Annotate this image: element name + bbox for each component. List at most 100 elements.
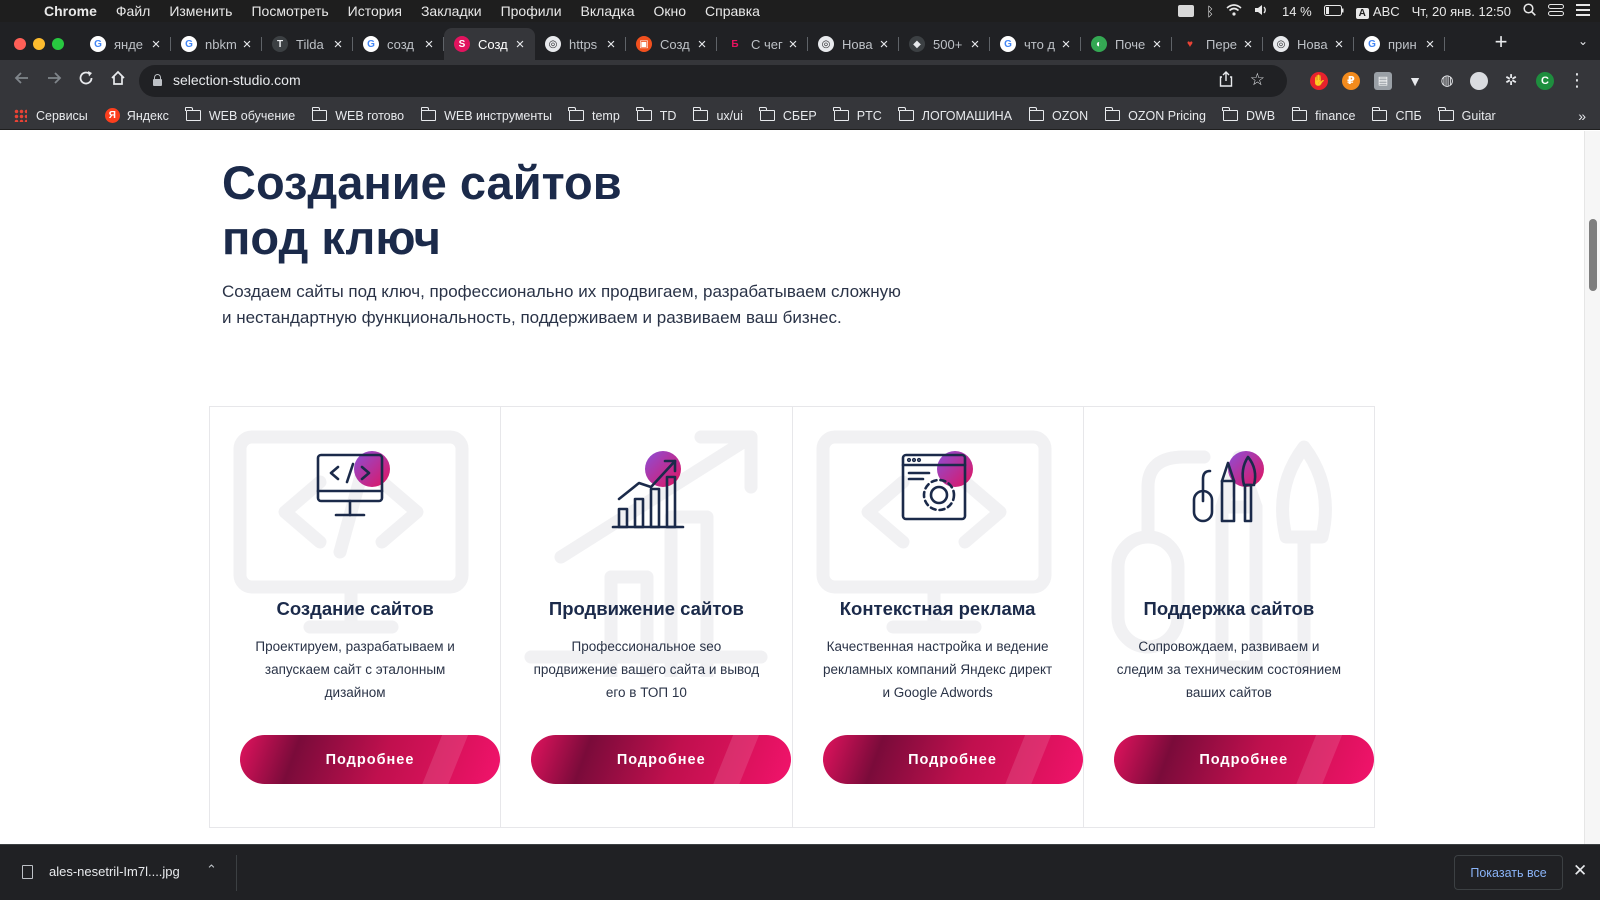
tab-close-icon[interactable]: × xyxy=(1150,36,1164,53)
notification-center-icon[interactable] xyxy=(1576,3,1590,19)
input-source[interactable]: A ABC xyxy=(1355,4,1400,19)
menu-history[interactable]: История xyxy=(348,3,402,19)
bookmark-item[interactable]: WEB обучение xyxy=(185,107,295,123)
window-zoom-button[interactable] xyxy=(52,38,64,50)
bookmark-star-icon[interactable]: ☆ xyxy=(1250,70,1265,90)
scrollbar-thumb[interactable] xyxy=(1589,219,1597,291)
avatar-extension-icon[interactable] xyxy=(1470,72,1488,90)
window-minimize-button[interactable] xyxy=(33,38,45,50)
tab-close-icon[interactable]: × xyxy=(695,36,709,53)
vue-devtools-icon[interactable]: ▼ xyxy=(1406,72,1424,90)
browser-tab[interactable]: Gянде × xyxy=(80,28,171,60)
home-button[interactable] xyxy=(106,69,130,93)
tab-close-icon[interactable]: × xyxy=(331,36,345,53)
bookmark-item[interactable]: DWB xyxy=(1222,107,1275,123)
tab-close-icon[interactable]: × xyxy=(1241,36,1255,53)
price-extension-icon[interactable]: ₽ xyxy=(1342,72,1360,90)
bookmark-item[interactable]: temp xyxy=(568,107,620,123)
tab-close-icon[interactable]: × xyxy=(877,36,891,53)
browser-tab[interactable]: ▣ Созд × xyxy=(626,28,717,60)
bookmark-item[interactable]: Guitar xyxy=(1438,107,1496,123)
chrome-menu-icon[interactable]: ⋮ xyxy=(1568,70,1586,91)
tab-close-icon[interactable]: × xyxy=(240,36,254,53)
menu-edit[interactable]: Изменить xyxy=(169,3,232,19)
bookmark-item[interactable]: СБЕР xyxy=(759,107,817,123)
new-tab-button[interactable]: + xyxy=(1488,30,1514,56)
bookmark-item[interactable]: Я Яндекс xyxy=(104,108,169,123)
menu-app-chrome[interactable]: Chrome xyxy=(44,3,97,19)
control-center-icon[interactable] xyxy=(1548,3,1564,19)
chevron-up-icon[interactable]: ⌃ xyxy=(206,862,217,878)
browser-tab[interactable]: S Созд × xyxy=(444,28,535,60)
bookmark-item[interactable]: ЛОГОМАШИНА xyxy=(898,107,1012,123)
reload-button[interactable] xyxy=(74,69,98,93)
download-file-name[interactable]: ales-nesetril-Im7l....jpg xyxy=(49,864,180,879)
bookmark-item[interactable]: ux/ui xyxy=(692,107,743,123)
browser-tab[interactable]: ◎ Нова × xyxy=(808,28,899,60)
tab-close-icon[interactable]: × xyxy=(604,36,618,53)
browser-tab[interactable]: ◎ Нова × xyxy=(1263,28,1354,60)
share-icon[interactable] xyxy=(1219,71,1233,90)
adblock-extension-icon[interactable]: ✋ xyxy=(1310,72,1328,90)
bookmark-item[interactable]: finance xyxy=(1291,107,1355,123)
bookmark-item[interactable]: WEB инструменты xyxy=(420,107,552,123)
show-all-downloads-button[interactable]: Показать все xyxy=(1454,855,1563,890)
bookmark-item[interactable]: OZON xyxy=(1028,107,1088,123)
browser-tab[interactable]: Gчто д × xyxy=(990,28,1081,60)
printer-extension-icon[interactable]: ▤ xyxy=(1374,72,1392,90)
menu-profiles[interactable]: Профили xyxy=(501,3,562,19)
bookmark-item[interactable]: WEB готово xyxy=(311,107,404,123)
browser-tab[interactable]: Gприн × xyxy=(1354,28,1445,60)
cloud-icon[interactable] xyxy=(1178,5,1195,17)
address-bar[interactable]: selection-studio.com ☆ xyxy=(139,65,1287,97)
tab-close-icon[interactable]: × xyxy=(1059,36,1073,53)
menu-window[interactable]: Окно xyxy=(654,3,687,19)
battery-icon[interactable] xyxy=(1323,4,1344,19)
forward-button[interactable] xyxy=(42,69,66,93)
bluetooth-icon[interactable]: ᛒ xyxy=(1206,4,1214,19)
page-scrollbar[interactable] xyxy=(1584,131,1600,844)
menu-tab[interactable]: Вкладка xyxy=(581,3,635,19)
lock-icon[interactable] xyxy=(153,74,162,86)
bookmark-item[interactable]: Сервисы xyxy=(14,109,88,123)
extensions-puzzle-icon[interactable]: ✲ xyxy=(1502,72,1520,90)
menu-file[interactable]: Файл xyxy=(116,3,150,19)
browser-tab[interactable]: T Tilda × xyxy=(262,28,353,60)
bookmark-item[interactable]: PTC xyxy=(833,107,882,123)
tab-search-icon[interactable]: ⌄ xyxy=(1578,34,1588,48)
browser-tab[interactable]: ♥ Пере × xyxy=(1172,28,1263,60)
tab-close-icon[interactable]: × xyxy=(422,36,436,53)
tab-close-icon[interactable]: × xyxy=(513,36,527,53)
volume-icon[interactable] xyxy=(1254,4,1270,19)
address-bar-url[interactable]: selection-studio.com xyxy=(173,72,301,88)
profile-avatar[interactable]: C xyxy=(1536,72,1554,90)
bookmark-item[interactable]: СПБ xyxy=(1371,107,1422,123)
browser-tab[interactable]: ◐ Поче × xyxy=(1081,28,1172,60)
tab-close-icon[interactable]: × xyxy=(149,36,163,53)
details-button-ads[interactable]: Подробнее xyxy=(822,735,1083,784)
details-button-seo[interactable]: Подробнее xyxy=(531,735,792,784)
close-icon[interactable]: ✕ xyxy=(1573,861,1587,881)
menu-view[interactable]: Посмотреть xyxy=(251,3,328,19)
menu-bookmarks[interactable]: Закладки xyxy=(421,3,482,19)
spotlight-search-icon[interactable] xyxy=(1523,3,1536,19)
back-button[interactable] xyxy=(10,69,34,93)
tab-close-icon[interactable]: × xyxy=(1332,36,1346,53)
menu-help[interactable]: Справка xyxy=(705,3,760,19)
tab-close-icon[interactable]: × xyxy=(786,36,800,53)
bookmark-item[interactable]: TD xyxy=(636,107,676,123)
wifi-icon[interactable] xyxy=(1226,3,1242,19)
datetime[interactable]: Чт, 20 янв. 12:50 xyxy=(1412,4,1511,19)
tab-close-icon[interactable]: × xyxy=(968,36,982,53)
browser-tab[interactable]: ◆ 500+ × xyxy=(899,28,990,60)
tab-close-icon[interactable]: × xyxy=(1423,36,1437,53)
browser-tab[interactable]: Gсозд × xyxy=(353,28,444,60)
details-button-support[interactable]: Подробнее xyxy=(1113,735,1374,784)
globe-extension-icon[interactable]: ◍ xyxy=(1438,72,1456,90)
bookmark-item[interactable]: OZON Pricing xyxy=(1104,107,1206,123)
browser-tab[interactable]: Б С чег × xyxy=(717,28,808,60)
browser-tab[interactable]: Gnbkm × xyxy=(171,28,262,60)
bookmarks-overflow-icon[interactable]: » xyxy=(1578,108,1586,124)
browser-tab[interactable]: ◎ https × xyxy=(535,28,626,60)
details-button-web[interactable]: Подробнее xyxy=(240,735,500,784)
